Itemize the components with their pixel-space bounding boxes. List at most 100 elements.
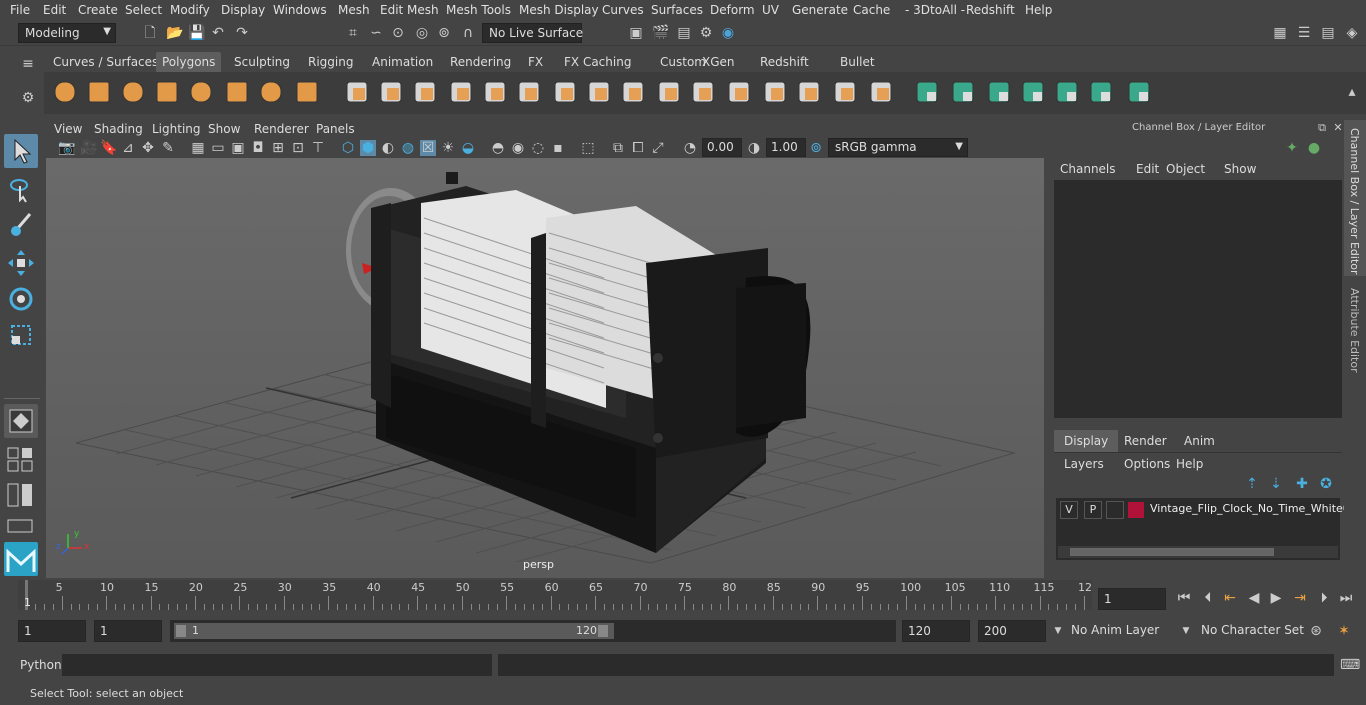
animation-end-field[interactable]: 200: [978, 620, 1046, 642]
go-to-end-icon[interactable]: ⏭: [1338, 590, 1354, 606]
layer-playback-toggle[interactable]: P: [1084, 501, 1102, 519]
menu-modify[interactable]: Modify: [170, 3, 210, 17]
offset-loop-icon[interactable]: [760, 77, 790, 107]
outliner-icon[interactable]: ☰: [1296, 25, 1312, 41]
shelf-tab-xgen[interactable]: XGen: [702, 55, 735, 69]
shelf-tab-curves-surfaces[interactable]: Curves / Surfaces: [53, 55, 158, 69]
menu-create[interactable]: Create: [78, 3, 118, 17]
menu-deform[interactable]: Deform: [710, 3, 755, 17]
shelf-tab-fx[interactable]: FX: [528, 55, 543, 69]
chevron-down-icon[interactable]: ▼: [1050, 623, 1066, 639]
layer-hscrollbar[interactable]: [1058, 546, 1338, 558]
mirror-icon[interactable]: [794, 77, 824, 107]
poly-plane-icon[interactable]: [186, 77, 216, 107]
viewport-menu-view[interactable]: View: [54, 122, 82, 136]
layout-uv-icon[interactable]: [1086, 77, 1116, 107]
extract-icon[interactable]: [410, 77, 440, 107]
new-layer-selected-icon[interactable]: ✪: [1318, 476, 1334, 492]
open-scene-icon[interactable]: 📂: [166, 25, 183, 41]
shelf-menu-icon[interactable]: ≡: [20, 56, 36, 72]
save-scene-icon[interactable]: 💾: [188, 25, 205, 41]
current-frame-field[interactable]: 1: [1098, 588, 1166, 610]
render-view-icon[interactable]: ▣: [628, 25, 644, 41]
depth-of-field-icon[interactable]: ◌: [530, 140, 546, 156]
backface-icon[interactable]: ⤢: [650, 140, 666, 156]
exposure-icon[interactable]: ◔: [682, 140, 698, 156]
scale-tool-button[interactable]: [4, 318, 38, 352]
move-layer-down-icon[interactable]: ⇣: [1268, 476, 1284, 492]
anti-aliasing-icon[interactable]: ◉: [510, 140, 526, 156]
shelf-tab-redshift[interactable]: Redshift: [760, 55, 809, 69]
scroll-thumb[interactable]: [1070, 548, 1274, 556]
grease-pencil-icon[interactable]: ✎: [160, 140, 176, 156]
menu-surfaces[interactable]: Surfaces: [651, 3, 703, 17]
poly-pipe-icon[interactable]: [292, 77, 322, 107]
menu-file[interactable]: File: [10, 3, 30, 17]
camera-icon[interactable]: 📷: [58, 140, 75, 156]
playback-end-field[interactable]: 120: [902, 620, 970, 642]
auto-key-icon[interactable]: ⊛: [1308, 623, 1324, 639]
tab-attribute-editor[interactable]: Attribute Editor: [1344, 280, 1366, 376]
select-tool-button[interactable]: [4, 134, 38, 168]
menu-select[interactable]: Select: [125, 3, 162, 17]
step-back-frame-icon[interactable]: ⇤: [1222, 590, 1238, 606]
extrude-icon[interactable]: [550, 77, 580, 107]
screen-space-ao-icon[interactable]: ◒: [460, 140, 476, 156]
channel-box-menu-channels[interactable]: Channels: [1060, 162, 1116, 176]
shadows-icon[interactable]: ☀: [440, 140, 456, 156]
grid-toggle-icon[interactable]: ▦: [190, 140, 206, 156]
mode-selector[interactable]: Modeling ▼: [18, 23, 116, 43]
snap-surface-icon[interactable]: ⊚: [436, 25, 452, 41]
hypershade-icon[interactable]: ◉: [720, 25, 736, 41]
animation-prefs-icon[interactable]: ✶: [1336, 623, 1352, 639]
rotate-tool-button[interactable]: [4, 282, 38, 316]
xray-active-icon[interactable]: ⧠: [630, 140, 646, 156]
range-end-handle[interactable]: [598, 625, 608, 637]
menu-cache[interactable]: Cache: [853, 3, 890, 17]
render-settings-icon[interactable]: ⚙: [698, 25, 714, 41]
sew-uv-icon[interactable]: [1124, 77, 1154, 107]
channel-box-dot-icon[interactable]: ●: [1306, 140, 1322, 156]
snap-curve-icon[interactable]: ∽: [368, 25, 384, 41]
planar-uv-icon[interactable]: [984, 77, 1014, 107]
menu-display[interactable]: Display: [221, 3, 265, 17]
gamma-icon[interactable]: ◑: [746, 140, 762, 156]
colorspace-dropdown[interactable]: sRGB gamma ▼: [828, 138, 968, 157]
new-layer-icon[interactable]: ✚: [1294, 476, 1310, 492]
gamma-field[interactable]: 1.00: [766, 138, 806, 157]
resolution-gate-icon[interactable]: ▣: [230, 140, 246, 156]
shelf-settings-icon[interactable]: ⚙: [20, 90, 36, 106]
menu-curves[interactable]: Curves: [602, 3, 644, 17]
channel-box-menu-object[interactable]: Object: [1166, 162, 1205, 176]
snap-grid-icon[interactable]: ⌗: [345, 25, 361, 41]
command-input[interactable]: [62, 654, 492, 676]
character-set-dropdown[interactable]: No Character Set: [1196, 620, 1304, 642]
layer-menu-options[interactable]: Options: [1124, 457, 1170, 471]
exposure-field[interactable]: 0.00: [702, 138, 742, 157]
menu-redshift[interactable]: Redshift: [966, 3, 1015, 17]
shelf-tab-sculpting[interactable]: Sculpting: [234, 55, 290, 69]
menu-edit-mesh[interactable]: Edit Mesh: [380, 3, 439, 17]
poly-cone-icon[interactable]: [152, 77, 182, 107]
attribute-editor-icon[interactable]: ▤: [1320, 25, 1336, 41]
layer-color-swatch[interactable]: [1128, 502, 1144, 518]
snap-point-icon[interactable]: ⊙: [390, 25, 406, 41]
poly-torus-icon[interactable]: [222, 77, 252, 107]
lasso-tool-button[interactable]: [4, 172, 38, 206]
target-weld-icon[interactable]: [830, 77, 860, 107]
smooth-shade-icon[interactable]: ⬢: [360, 140, 376, 156]
menu-help[interactable]: Help: [1025, 3, 1052, 17]
multi-cut-icon[interactable]: [654, 77, 684, 107]
layer-tab-render[interactable]: Render: [1114, 430, 1177, 452]
layer-tab-display[interactable]: Display: [1054, 430, 1119, 452]
range-slider-bar-fill[interactable]: [174, 623, 614, 639]
unfold-icon[interactable]: [1052, 77, 1082, 107]
channel-box-menu-edit[interactable]: Edit: [1136, 162, 1159, 176]
ipr-render-icon[interactable]: ▤: [676, 25, 692, 41]
field-chart-icon[interactable]: ⊞: [270, 140, 286, 156]
textured-icon[interactable]: ◍: [400, 140, 416, 156]
menu-mesh-tools[interactable]: Mesh Tools: [446, 3, 511, 17]
image-plane-icon[interactable]: ⊿: [120, 140, 136, 156]
workspace-icon[interactable]: ▦: [1272, 25, 1288, 41]
combine-icon[interactable]: [342, 77, 372, 107]
